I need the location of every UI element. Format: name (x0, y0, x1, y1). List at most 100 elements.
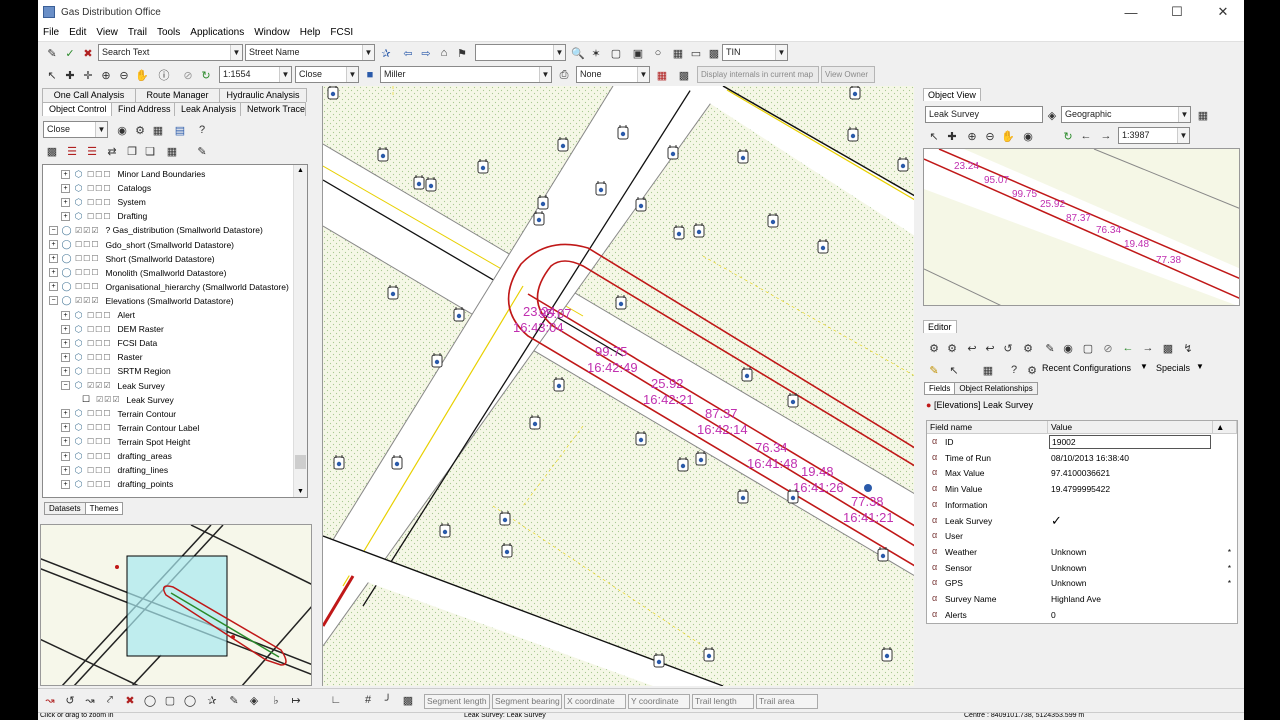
tree-item[interactable]: + ⬡ ☐☐☐ Minor Land Boundaries (61, 167, 205, 181)
tree-expander-icon[interactable]: + (49, 254, 58, 264)
valve-symbol[interactable] (695, 451, 707, 466)
visibility-checkboxes[interactable]: ☐☐☐ (87, 184, 112, 193)
tree-item[interactable]: + ⬡ ☐☐☐ DEM Raster (61, 322, 164, 336)
menu-tools[interactable]: Tools (152, 27, 185, 38)
valve-symbol[interactable] (787, 393, 799, 408)
zoom-out-icon[interactable]: ⊖ (116, 67, 132, 83)
valve-symbol[interactable] (327, 86, 339, 100)
rectangle-tool-icon[interactable]: ▢ (162, 692, 178, 708)
ov-zoom-in-icon[interactable]: ⊕ (964, 128, 980, 144)
tab-object-view[interactable]: Object View (923, 88, 981, 101)
field-row[interactable]: α Leak Survey ✓ (927, 513, 1237, 530)
ov-pan-hand-icon[interactable]: ✋ (1000, 128, 1016, 144)
valve-symbol[interactable] (533, 211, 545, 226)
tree-item[interactable]: − ◯ ☑☑☑ ? Gas_distribution (Smallworld Data… (49, 223, 263, 237)
field-row[interactable]: α Survey Name Highland Ave (927, 592, 1237, 608)
tree-item[interactable]: + ◯ ☐☐☐ Organisational_hierarchy (Smallworl… (49, 280, 289, 294)
valve-symbol[interactable] (741, 367, 753, 382)
visibility-checkboxes[interactable]: ☑☑☑ (75, 226, 100, 235)
visibility-checkboxes[interactable]: ☐☐☐ (87, 452, 112, 461)
refresh-icon[interactable]: ↻ (198, 67, 214, 83)
pencil-icon[interactable]: ✎ (926, 362, 942, 378)
field-row[interactable]: α Information (927, 498, 1237, 514)
tree-expander-icon[interactable]: + (61, 479, 70, 489)
visibility-checkboxes[interactable]: ☐☐☐ (87, 198, 112, 207)
ov-back-icon[interactable]: ← (1078, 128, 1094, 144)
field-row[interactable]: α Max Value 97.4100036621 (927, 466, 1237, 482)
visibility-checkboxes[interactable]: ☐☐☐ (87, 367, 112, 376)
menu-fcsi[interactable]: FCSI (325, 27, 358, 38)
editor-tool-3-icon[interactable]: ↩ (964, 340, 980, 356)
tree-item[interactable]: + ◯ ☐☐☐ Monolith (Smallworld Datastore) (49, 266, 226, 280)
tab-themes[interactable]: Themes (84, 502, 124, 515)
tree-expander-icon[interactable]: + (61, 352, 70, 362)
field-value[interactable]: Unknown (1051, 547, 1086, 557)
valve-symbol[interactable] (595, 181, 607, 196)
valve-symbol[interactable] (377, 147, 389, 162)
visibility-checkboxes[interactable]: ☐☐☐ (87, 353, 112, 362)
trail-tool-17-icon[interactable]: ▩ (400, 692, 416, 708)
visibility-icon[interactable]: ▦ (164, 143, 180, 159)
tab-leak-analysis[interactable]: Leak Analysis (174, 102, 241, 116)
visibility-checkboxes[interactable]: ☐☐☐ (87, 325, 112, 334)
visibility-checkboxes[interactable]: ☐☐☐ (75, 254, 100, 263)
valve-symbol[interactable] (767, 213, 779, 228)
home-icon[interactable]: ⌂ (436, 45, 452, 61)
valve-symbol[interactable] (635, 197, 647, 212)
render-icon[interactable]: ▢ (608, 45, 624, 61)
valve-symbol[interactable] (673, 225, 685, 240)
field-value[interactable]: 97.4100036621 (1051, 468, 1110, 478)
maximize-button[interactable]: ☐ (1154, 0, 1200, 24)
copy-icon[interactable]: ❐ (124, 143, 140, 159)
trail-length-field[interactable]: Trail length (692, 694, 754, 709)
trail-tool-16-icon[interactable]: ╯ (380, 692, 396, 708)
projection-combo[interactable]: Geographic ▼ (1061, 106, 1191, 123)
tree-tool-1-icon[interactable]: ▩ (44, 143, 60, 159)
valve-symbol[interactable] (817, 239, 829, 254)
x-coordinate-field[interactable]: X coordinate (564, 694, 626, 709)
segment-bearing-field[interactable]: Segment bearing (492, 694, 562, 709)
tree-tool-2-icon[interactable]: ☰ (64, 143, 80, 159)
layer-combo[interactable]: ▼ (475, 44, 566, 61)
editor-tool-14-icon[interactable]: ↯ (1180, 340, 1196, 356)
tree-scroll-thumb[interactable] (295, 455, 306, 469)
measure-icon[interactable]: ✰ (204, 692, 220, 708)
tab-editor[interactable]: Editor (923, 320, 957, 333)
valve-symbol[interactable] (693, 223, 705, 238)
valve-symbol[interactable] (425, 177, 437, 192)
tree-expander-icon[interactable]: + (61, 183, 70, 193)
menu-edit[interactable]: Edit (64, 27, 91, 38)
valve-symbol[interactable] (849, 86, 861, 100)
ov-refresh-icon[interactable]: ↻ (1060, 128, 1076, 144)
menu-file[interactable]: File (38, 27, 64, 38)
editor-help-icon[interactable]: ? (1006, 362, 1022, 378)
tree-expander-icon[interactable]: + (61, 409, 70, 419)
zoom-in-icon[interactable]: ⊕ (98, 67, 114, 83)
display-internals-button[interactable]: Display internals in current map (697, 66, 819, 83)
field-row[interactable]: α Sensor Unknown * (927, 561, 1237, 577)
valve-symbol[interactable] (787, 489, 799, 504)
tree-item[interactable]: − ◯ ☑☑☑ Elevations (Smallworld Datastore) (49, 294, 234, 308)
specials-button[interactable]: Specials (1156, 363, 1190, 373)
trail-tool-10-icon[interactable]: ✎ (226, 692, 242, 708)
tab-find-address[interactable]: Find Address (111, 102, 175, 116)
tree-scrollbar[interactable]: ▲ ▼ (293, 165, 307, 497)
menu-window[interactable]: Window (249, 27, 295, 38)
print-icon[interactable]: ⎙ (556, 67, 572, 83)
tree-item[interactable]: + ⬡ ☐☐☐ SRTM Region (61, 364, 171, 378)
tree-item[interactable]: − ⬡ ☑☑☑ Leak Survey (61, 379, 165, 393)
visibility-checkboxes[interactable]: ☐☐☐ (87, 466, 112, 475)
editor-back-icon[interactable]: ← (1120, 340, 1136, 356)
trail-tool-2-icon[interactable]: ↺ (62, 692, 78, 708)
table-icon[interactable]: ▦ (150, 122, 166, 138)
visibility-checkboxes[interactable]: ☑☑☑ (75, 296, 100, 305)
tab-object-relationships[interactable]: Object Relationships (954, 382, 1038, 395)
trail-area-field[interactable]: Trail area (756, 694, 818, 709)
editor-tool-5-icon[interactable]: ↺ (1000, 340, 1016, 356)
valve-symbol[interactable] (431, 353, 443, 368)
recent-configurations-button[interactable]: Recent Configurations (1042, 363, 1131, 373)
grid-icon[interactable]: ▩ (706, 45, 722, 61)
street-name-combo[interactable]: Street Name ▼ (245, 44, 375, 61)
valve-symbol[interactable] (413, 175, 425, 190)
editor-tool-6-icon[interactable]: ⚙ (1020, 340, 1036, 356)
